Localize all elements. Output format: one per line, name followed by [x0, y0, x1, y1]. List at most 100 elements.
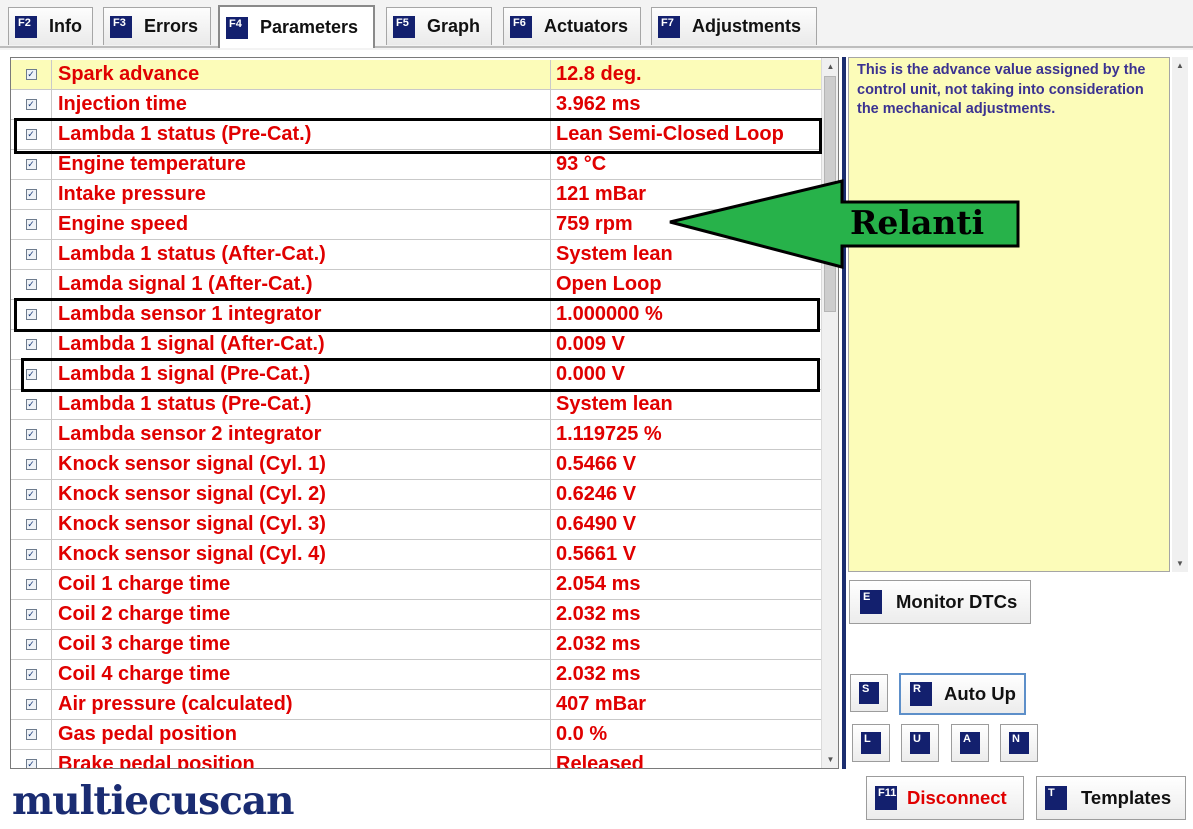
desc-scroll-up-icon[interactable]: ▲ [1172, 57, 1188, 74]
parameter-value: Released [556, 753, 644, 769]
row-checkbox[interactable]: ✓ [25, 579, 37, 590]
description-scrollbar[interactable]: ▲ ▼ [1172, 57, 1188, 572]
row-checkbox-cell: ✓ [11, 540, 52, 569]
table-row[interactable]: ✓ Lambda 1 signal (Pre-Cat.) 0.000 V [11, 360, 821, 390]
parameter-value: 0.000 V [556, 363, 625, 385]
table-row[interactable]: ✓ Lambda sensor 2 integrator 1.119725 % [11, 420, 821, 450]
parameter-name: Knock sensor signal (Cyl. 1) [52, 450, 551, 479]
row-checkbox-cell: ✓ [11, 150, 52, 179]
table-row[interactable]: ✓ Coil 2 charge time 2.032 ms [11, 600, 821, 630]
row-checkbox[interactable]: ✓ [25, 699, 37, 710]
row-checkbox-cell: ✓ [11, 390, 52, 419]
row-checkbox[interactable]: ✓ [25, 279, 37, 290]
row-checkbox[interactable]: ✓ [25, 189, 37, 200]
tab-info[interactable]: F2 Info [8, 7, 93, 45]
row-checkbox-cell: ✓ [11, 720, 52, 749]
n-button[interactable]: N [1000, 724, 1038, 762]
row-checkbox[interactable]: ✓ [25, 69, 37, 80]
tab-graph[interactable]: F5 Graph [386, 7, 492, 45]
table-row[interactable]: ✓ Gas pedal position 0.0 % [11, 720, 821, 750]
row-checkbox[interactable]: ✓ [25, 369, 37, 380]
u-button[interactable]: U [901, 724, 939, 762]
l-button[interactable]: L [852, 724, 890, 762]
row-checkbox[interactable]: ✓ [25, 609, 37, 620]
monitor-dtcs-button[interactable]: E Monitor DTCs [849, 580, 1031, 624]
tab-errors[interactable]: F3 Errors [103, 7, 211, 45]
table-row[interactable]: ✓ Lambda 1 signal (After-Cat.) 0.009 V [11, 330, 821, 360]
table-row[interactable]: ✓ Coil 1 charge time 2.054 ms [11, 570, 821, 600]
table-row[interactable]: ✓ Coil 3 charge time 2.032 ms [11, 630, 821, 660]
row-checkbox[interactable]: ✓ [25, 489, 37, 500]
table-row[interactable]: ✓ Knock sensor signal (Cyl. 1) 0.5466 V [11, 450, 821, 480]
table-row[interactable]: ✓ Coil 4 charge time 2.032 ms [11, 660, 821, 690]
a-key: A [960, 732, 980, 754]
table-row[interactable]: ✓ Knock sensor signal (Cyl. 4) 0.5661 V [11, 540, 821, 570]
table-row[interactable]: ✓ Brake pedal position Released [11, 750, 821, 769]
table-row[interactable]: ✓ Engine temperature 93 °C [11, 150, 821, 180]
monitor-dtcs-key: E [860, 590, 882, 614]
tab-adjustments-label: Adjustments [692, 16, 802, 36]
row-checkbox[interactable]: ✓ [25, 639, 37, 650]
row-checkbox[interactable]: ✓ [25, 429, 37, 440]
tab-adjustments-key: F7 [658, 15, 680, 38]
n-key: N [1009, 732, 1029, 754]
a-button[interactable]: A [951, 724, 989, 762]
row-checkbox-cell: ✓ [11, 660, 52, 689]
scroll-up-icon[interactable]: ▲ [822, 58, 838, 75]
table-row[interactable]: ✓ Lamda signal 1 (After-Cat.) Open Loop [11, 270, 821, 300]
s-button[interactable]: S [850, 674, 888, 712]
parameter-name: Coil 1 charge time [52, 570, 551, 599]
row-checkbox[interactable]: ✓ [25, 549, 37, 560]
row-checkbox[interactable]: ✓ [25, 459, 37, 470]
table-scrollbar[interactable]: ▲ ▼ [821, 58, 838, 768]
auto-up-button[interactable]: R Auto Up [899, 673, 1026, 715]
disconnect-button[interactable]: F11 Disconnect [866, 776, 1024, 820]
parameter-name: Brake pedal position [52, 750, 551, 768]
row-checkbox[interactable]: ✓ [25, 339, 37, 350]
row-checkbox[interactable]: ✓ [25, 759, 37, 768]
parameter-name: Lambda 1 status (Pre-Cat.) [52, 390, 551, 419]
description-border [842, 57, 846, 769]
tab-actuators-key: F6 [510, 15, 532, 38]
scroll-down-icon[interactable]: ▼ [822, 751, 838, 768]
disconnect-label: Disconnect [907, 787, 1007, 808]
parameter-name: Lambda sensor 1 integrator [52, 300, 551, 329]
tab-actuators-label: Actuators [544, 16, 629, 36]
table-row[interactable]: ✓ Lambda sensor 1 integrator 1.000000 % [11, 300, 821, 330]
tab-adjustments[interactable]: F7 Adjustments [651, 7, 817, 45]
l-key: L [861, 732, 881, 754]
row-checkbox[interactable]: ✓ [25, 519, 37, 530]
row-checkbox[interactable]: ✓ [25, 99, 37, 110]
parameter-value: 0.5661 V [556, 543, 637, 565]
row-checkbox[interactable]: ✓ [25, 309, 37, 320]
parameter-name: Intake pressure [52, 180, 551, 209]
desc-scroll-down-icon[interactable]: ▼ [1172, 555, 1188, 572]
row-checkbox[interactable]: ✓ [25, 669, 37, 680]
parameter-value: 2.032 ms [556, 603, 641, 625]
row-checkbox-cell: ✓ [11, 90, 52, 119]
row-checkbox[interactable]: ✓ [25, 729, 37, 740]
table-row[interactable]: ✓ Spark advance 12.8 deg. [11, 60, 821, 90]
table-row[interactable]: ✓ Injection time 3.962 ms [11, 90, 821, 120]
row-checkbox-cell: ✓ [11, 300, 52, 329]
parameter-name: Lambda 1 signal (After-Cat.) [52, 330, 551, 359]
row-checkbox[interactable]: ✓ [25, 219, 37, 230]
tab-actuators[interactable]: F6 Actuators [503, 7, 641, 45]
parameter-value: 2.032 ms [556, 663, 641, 685]
table-row[interactable]: ✓ Lambda 1 status (Pre-Cat.) System lean [11, 390, 821, 420]
table-row[interactable]: ✓ Lambda 1 status (Pre-Cat.) Lean Semi-Clo… [11, 120, 821, 150]
row-checkbox[interactable]: ✓ [25, 129, 37, 140]
table-row[interactable]: ✓ Air pressure (calculated) 407 mBar [11, 690, 821, 720]
tab-parameters[interactable]: F4 Parameters [218, 5, 375, 48]
parameter-name: Air pressure (calculated) [52, 690, 551, 719]
table-row[interactable]: ✓ Knock sensor signal (Cyl. 3) 0.6490 V [11, 510, 821, 540]
table-row[interactable]: ✓ Knock sensor signal (Cyl. 2) 0.6246 V [11, 480, 821, 510]
row-checkbox[interactable]: ✓ [25, 399, 37, 410]
row-checkbox[interactable]: ✓ [25, 159, 37, 170]
templates-button[interactable]: T Templates [1036, 776, 1186, 820]
row-checkbox[interactable]: ✓ [25, 249, 37, 260]
parameter-value: 0.0 % [556, 723, 608, 745]
auto-up-label: Auto Up [944, 683, 1016, 704]
row-checkbox-cell: ✓ [11, 270, 52, 299]
s-key: S [859, 682, 879, 704]
